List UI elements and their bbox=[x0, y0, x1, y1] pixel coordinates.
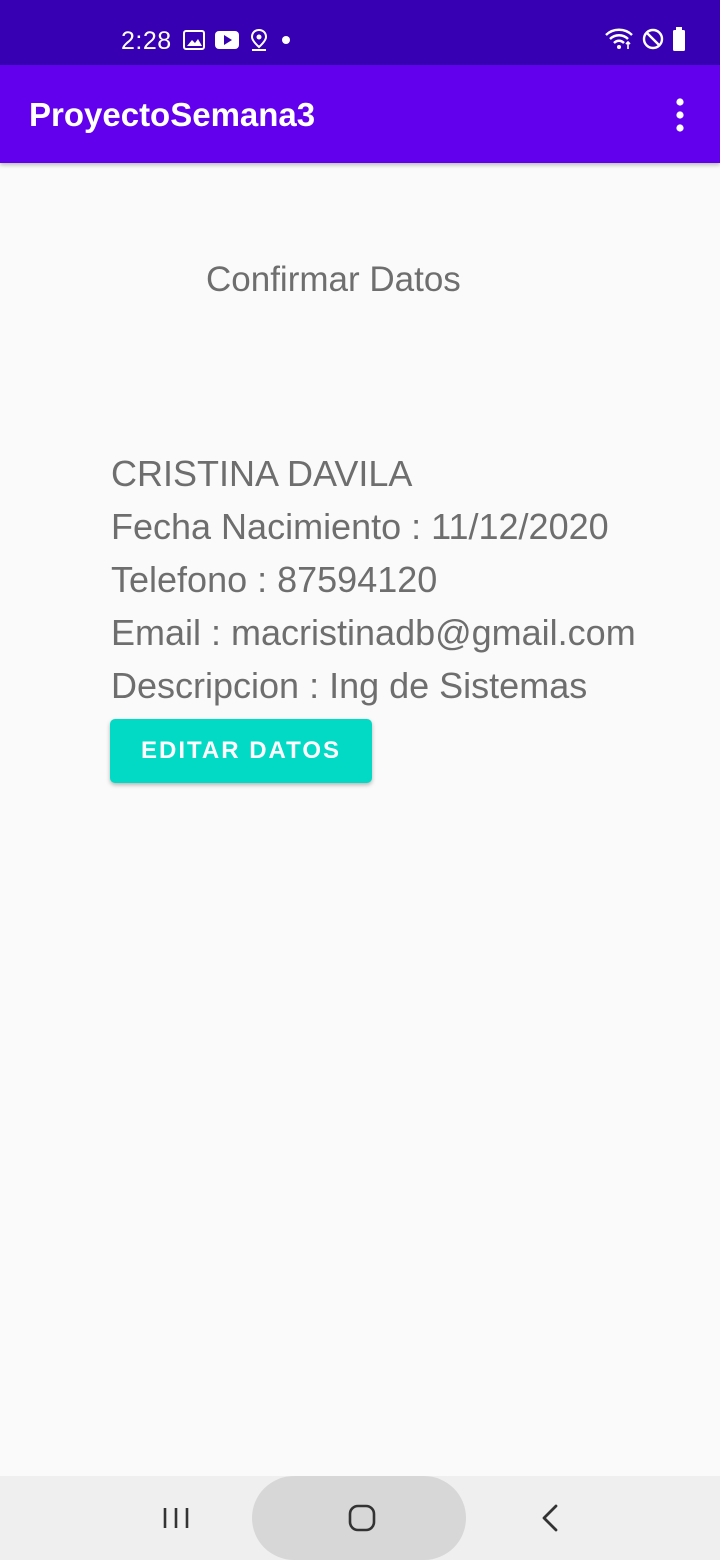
home-icon[interactable] bbox=[342, 1498, 382, 1538]
status-time: 2:28 bbox=[121, 27, 172, 55]
user-name: CRISTINA DAVILA bbox=[111, 453, 413, 494]
description-text: Descripcion : Ing de Sistemas bbox=[111, 665, 588, 706]
email-text: Email : macristinadb@gmail.com bbox=[111, 612, 636, 653]
status-icons-left bbox=[183, 29, 293, 51]
recent-apps-icon[interactable] bbox=[156, 1498, 196, 1538]
dot-icon bbox=[279, 33, 293, 47]
location-icon bbox=[249, 29, 269, 51]
navigation-bar bbox=[0, 1476, 720, 1560]
edit-data-button[interactable]: EDITAR DATOS bbox=[110, 719, 372, 783]
wifi-icon bbox=[604, 28, 634, 50]
back-icon[interactable] bbox=[530, 1498, 570, 1538]
app-title: ProyectoSemana3 bbox=[29, 96, 316, 133]
app-bar: ProyectoSemana3 bbox=[0, 65, 720, 163]
do-not-disturb-icon bbox=[642, 28, 664, 50]
birth-date-text: Fecha Nacimiento : 11/12/2020 bbox=[111, 506, 609, 547]
phone-text: Telefono : 87594120 bbox=[111, 559, 438, 600]
youtube-icon bbox=[215, 31, 239, 49]
status-bar: 2:28 bbox=[0, 0, 720, 65]
battery-icon bbox=[672, 27, 686, 51]
image-icon bbox=[183, 30, 205, 50]
user-details: CRISTINA DAVILA Fecha Nacimiento : 11/12… bbox=[111, 447, 711, 712]
status-icons-right bbox=[604, 27, 686, 51]
overflow-menu-icon[interactable] bbox=[668, 97, 692, 133]
page-title: Confirmar Datos bbox=[206, 260, 461, 299]
